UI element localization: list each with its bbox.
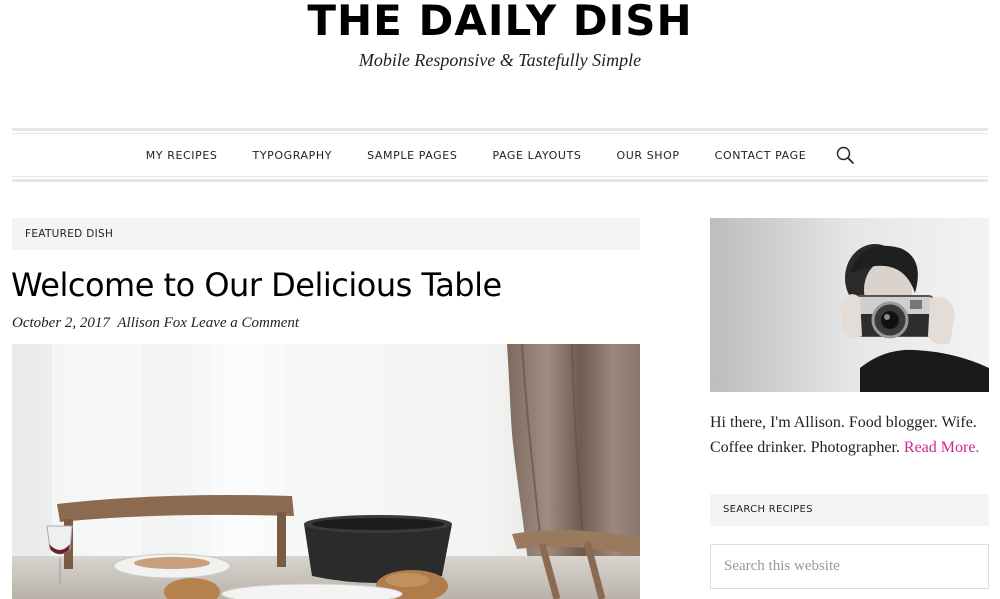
search-recipes-label: SEARCH RECIPES bbox=[710, 494, 989, 526]
site-tagline: Mobile Responsive & Tastefully Simple bbox=[358, 50, 642, 70]
nav-item-page-layouts[interactable]: PAGE LAYOUTS bbox=[492, 149, 581, 162]
nav-item-contact-page[interactable]: CONTACT PAGE bbox=[715, 149, 807, 162]
search-icon[interactable] bbox=[836, 146, 855, 164]
photographer-image bbox=[710, 218, 989, 392]
post-comment-link[interactable]: Leave a Comment bbox=[191, 315, 299, 331]
nav-item-my-recipes[interactable]: MY RECIPES bbox=[146, 149, 218, 162]
post-date: October 2, 2017 bbox=[12, 315, 110, 331]
read-more-link[interactable]: Read More. bbox=[904, 439, 980, 456]
site-title[interactable]: THE DAILY DISH bbox=[0, 0, 1000, 45]
post-author-link[interactable]: Allison Fox bbox=[117, 315, 187, 331]
main-navigation: MY RECIPES TYPOGRAPHY SAMPLE PAGES PAGE … bbox=[12, 128, 988, 182]
dining-table-photo bbox=[12, 344, 640, 599]
search-input[interactable] bbox=[710, 544, 989, 589]
featured-post-image[interactable] bbox=[12, 344, 640, 599]
author-bio: Hi there, I'm Allison. Food blogger. Wif… bbox=[710, 410, 990, 460]
post-meta: October 2, 2017 Allison Fox Leave a Comm… bbox=[12, 315, 640, 332]
nav-item-sample-pages[interactable]: SAMPLE PAGES bbox=[367, 149, 457, 162]
post-title[interactable]: Welcome to Our Delicious Table bbox=[11, 266, 641, 304]
nav-items: MY RECIPES TYPOGRAPHY SAMPLE PAGES PAGE … bbox=[12, 131, 988, 179]
featured-section-label: FEATURED DISH bbox=[12, 218, 640, 250]
nav-item-our-shop[interactable]: OUR SHOP bbox=[616, 149, 679, 162]
nav-item-typography[interactable]: TYPOGRAPHY bbox=[253, 149, 333, 162]
author-photo[interactable] bbox=[710, 218, 989, 392]
